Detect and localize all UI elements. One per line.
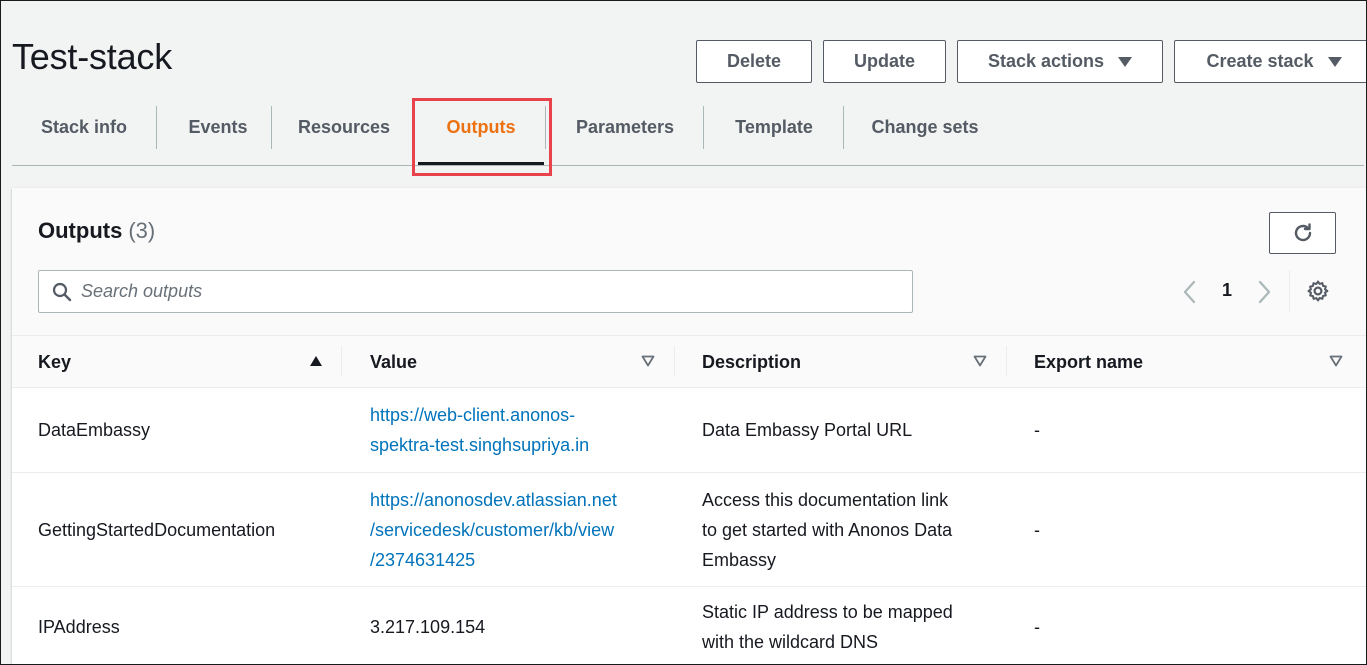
column-label: Key xyxy=(38,351,72,372)
page-title: Test-stack xyxy=(12,36,173,77)
tab-label: Change sets xyxy=(871,116,979,137)
update-button-label: Update xyxy=(853,51,915,71)
sort-icon[interactable] xyxy=(973,355,987,367)
column-header-description[interactable]: Description xyxy=(702,336,982,388)
table-row: IPAddress 3.217.109.154 Static IP addres… xyxy=(12,587,1367,665)
description-line: to get started with Anonos Data xyxy=(702,519,953,540)
tab-divider xyxy=(271,106,272,149)
description-line: Data Embassy Portal URL xyxy=(702,420,913,440)
description-line: with the wildcard DNS xyxy=(702,632,879,652)
table-header: Key Value Description Export name xyxy=(12,336,1367,388)
outputs-panel-header: Outputs(3) 1 xyxy=(12,188,1367,336)
column-header-value[interactable]: Value xyxy=(370,336,650,388)
tab-stack-info[interactable]: Stack info xyxy=(26,106,142,148)
value-line: /2374631425 xyxy=(370,549,476,570)
output-value-link[interactable]: https://web-client.anonos- spektra-test.… xyxy=(370,400,589,460)
refresh-icon xyxy=(1294,223,1311,242)
description-line: Access this documentation link xyxy=(702,489,949,510)
value-line: /servicedesk/customer/kb/view xyxy=(370,519,615,540)
output-value-link[interactable]: https://anonosdev.atlassian.net /service… xyxy=(370,485,617,575)
refresh-button[interactable] xyxy=(1269,212,1336,254)
cell-value: https://anonosdev.atlassian.net /service… xyxy=(370,473,680,586)
value-line: https://web-client.anonos- xyxy=(370,405,576,425)
chevron-right-icon[interactable] xyxy=(1256,280,1272,304)
table-row: GettingStartedDocumentation https://anon… xyxy=(12,473,1367,587)
tab-parameters[interactable]: Parameters xyxy=(560,106,690,148)
stack-actions-dropdown[interactable]: Stack actions xyxy=(957,40,1163,83)
description-line: Static IP address to be mapped xyxy=(702,602,953,622)
cell-export-name: - xyxy=(1034,420,1040,440)
cell-key: IPAddress xyxy=(38,617,120,637)
outputs-panel: Outputs(3) 1 Key xyxy=(12,188,1367,665)
caret-down-icon xyxy=(1118,56,1133,67)
outputs-heading: Outputs (3) xyxy=(38,218,155,244)
gear-icon[interactable] xyxy=(1306,279,1330,303)
cell-export-name: - xyxy=(1034,519,1040,540)
tab-change-sets[interactable]: Change sets xyxy=(858,106,992,148)
tab-events[interactable]: Events xyxy=(170,106,266,148)
value-line: spektra-test.singhsupriya.in xyxy=(370,435,590,455)
search-icon xyxy=(52,282,72,302)
tab-label: Template xyxy=(735,116,813,137)
column-divider xyxy=(341,346,342,376)
tab-bar: Stack info Events Resources Outputs Para… xyxy=(12,100,1364,166)
sort-ascending-icon[interactable] xyxy=(309,355,323,367)
tab-label: Events xyxy=(188,116,248,137)
create-stack-dropdown[interactable]: Create stack xyxy=(1174,40,1367,83)
pager-divider xyxy=(1289,270,1290,312)
sort-icon[interactable] xyxy=(1329,355,1343,367)
delete-button-label: Delete xyxy=(726,51,782,71)
caret-down-icon xyxy=(1327,56,1342,67)
value-line: https://anonosdev.atlassian.net xyxy=(370,489,617,510)
column-divider xyxy=(674,346,675,376)
tab-resources[interactable]: Resources xyxy=(286,106,402,148)
description-line: Embassy xyxy=(702,549,777,570)
cell-export-name: - xyxy=(1034,617,1040,637)
search-field[interactable] xyxy=(38,270,913,313)
column-header-key[interactable]: Key xyxy=(38,336,328,388)
page-number[interactable]: 1 xyxy=(1219,280,1235,301)
column-label: Export name xyxy=(1034,351,1144,372)
tab-divider xyxy=(843,106,844,149)
cell-description: Static IP address to be mapped with the … xyxy=(702,587,1002,665)
cell-key: GettingStartedDocumentation xyxy=(38,519,276,540)
tab-label: Stack info xyxy=(40,116,128,137)
outputs-title: Outputs xyxy=(38,218,123,243)
cell-description: Access this documentation link to get st… xyxy=(702,473,1002,586)
cell-value: 3.217.109.154 xyxy=(370,617,486,637)
cell-key: DataEmbassy xyxy=(38,420,151,440)
search-input[interactable] xyxy=(81,271,901,312)
annotation-highlight-box xyxy=(412,98,552,176)
sort-icon[interactable] xyxy=(641,355,655,367)
update-button[interactable]: Update xyxy=(823,40,946,83)
column-label: Description xyxy=(702,351,802,372)
column-divider xyxy=(1006,346,1007,376)
outputs-count: (3) xyxy=(128,218,156,243)
tab-divider xyxy=(156,106,157,149)
chevron-left-icon[interactable] xyxy=(1182,280,1198,304)
tab-template[interactable]: Template xyxy=(718,106,830,148)
create-stack-label: Create stack xyxy=(1206,51,1314,71)
tab-divider xyxy=(703,106,704,149)
cell-description: Data Embassy Portal URL xyxy=(702,388,1002,472)
delete-button[interactable]: Delete xyxy=(696,40,812,83)
tab-label: Resources xyxy=(297,116,391,137)
tab-label: Parameters xyxy=(575,116,675,137)
cell-value: https://web-client.anonos- spektra-test.… xyxy=(370,388,670,472)
table-row: DataEmbassy https://web-client.anonos- s… xyxy=(12,388,1367,473)
stack-actions-label: Stack actions xyxy=(987,51,1105,71)
column-label: Value xyxy=(370,351,418,372)
column-header-export-name[interactable]: Export name xyxy=(1034,336,1314,388)
